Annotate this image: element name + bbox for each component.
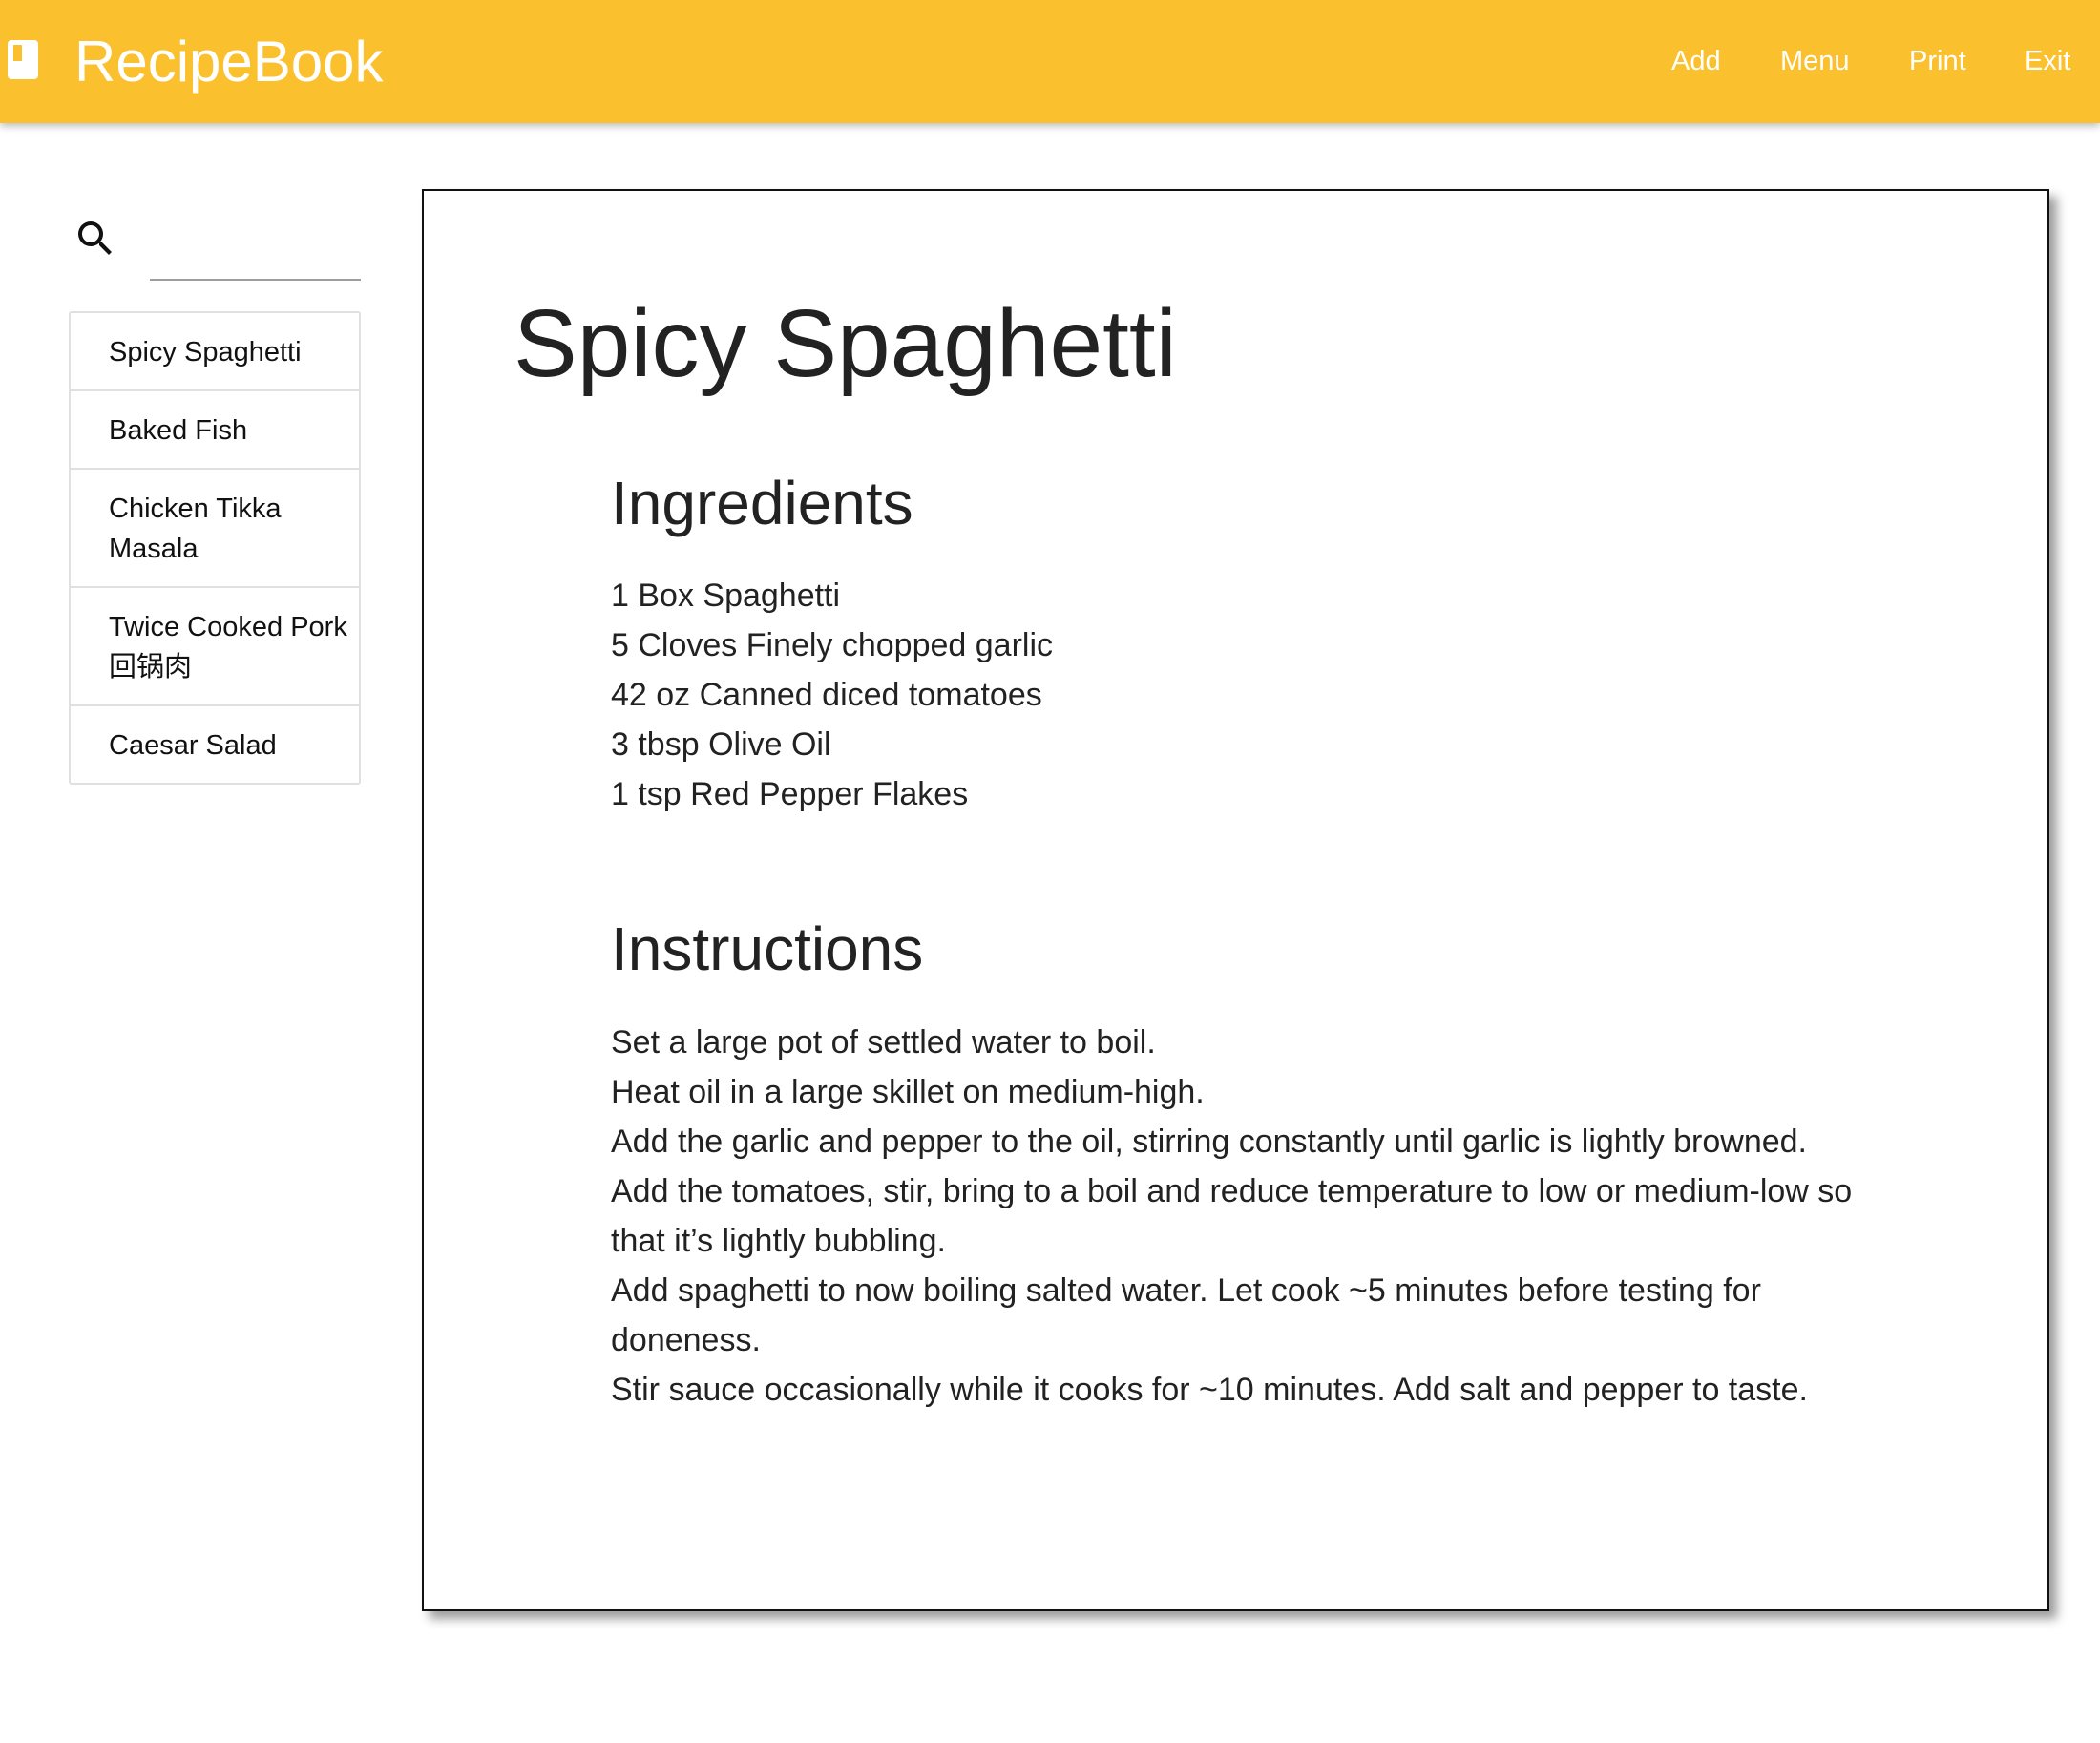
ingredient-item: 3 tbsp Olive Oil (611, 726, 831, 763)
instruction-step: Stir sauce occasionally while it cooks f… (611, 1372, 1808, 1408)
ingredient-item: 1 Box Spaghetti (611, 578, 841, 614)
instructions-heading: Instructions (611, 914, 924, 983)
instruction-step: Heat oil in a large skillet on medium-hi… (611, 1074, 1205, 1110)
app-title: RecipeBook (74, 30, 384, 94)
exit-button[interactable]: Exit (2025, 44, 2070, 78)
search-icon[interactable] (73, 216, 118, 262)
ingredients-heading: Ingredients (611, 469, 914, 537)
recipe-list-item[interactable]: Chicken Tikka Masala (71, 470, 359, 588)
ingredient-item: 5 Cloves Finely chopped garlic (611, 627, 1054, 663)
instruction-step: Add the tomatoes, stir, bring to a boil … (611, 1173, 1853, 1259)
instruction-step: Add the garlic and pepper to the oil, st… (611, 1124, 1808, 1160)
ingredient-item: 1 tsp Red Pepper Flakes (611, 776, 969, 812)
app-bar: RecipeBook Add Menu Print Exit (0, 0, 2100, 123)
ingredient-item: 42 oz Canned diced tomatoes (611, 677, 1042, 713)
print-button[interactable]: Print (1909, 44, 1966, 78)
ingredients-list: 1 Box Spaghetti 5 Cloves Finely chopped … (611, 571, 1880, 819)
search-input[interactable] (150, 221, 361, 281)
instruction-step: Add spaghetti to now boiling salted wate… (611, 1272, 1761, 1358)
instructions-list: Set a large pot of settled water to boil… (611, 1018, 1880, 1415)
book-icon (8, 40, 38, 79)
menu-button[interactable]: Menu (1780, 44, 1850, 78)
recipe-list-item[interactable]: Caesar Salad (71, 706, 359, 783)
recipe-title: Spicy Spaghetti (514, 290, 1177, 397)
add-button[interactable]: Add (1671, 44, 1721, 78)
recipe-list: Spicy Spaghetti Baked Fish Chicken Tikka… (69, 311, 361, 785)
recipe-card: Spicy Spaghetti Ingredients 1 Box Spaghe… (422, 189, 2049, 1611)
recipe-list-item[interactable]: Spicy Spaghetti (71, 313, 359, 391)
recipe-list-item[interactable]: Baked Fish (71, 391, 359, 470)
recipe-list-item[interactable]: Twice Cooked Pork 回锅肉 (71, 588, 359, 706)
instruction-step: Set a large pot of settled water to boil… (611, 1024, 1156, 1060)
